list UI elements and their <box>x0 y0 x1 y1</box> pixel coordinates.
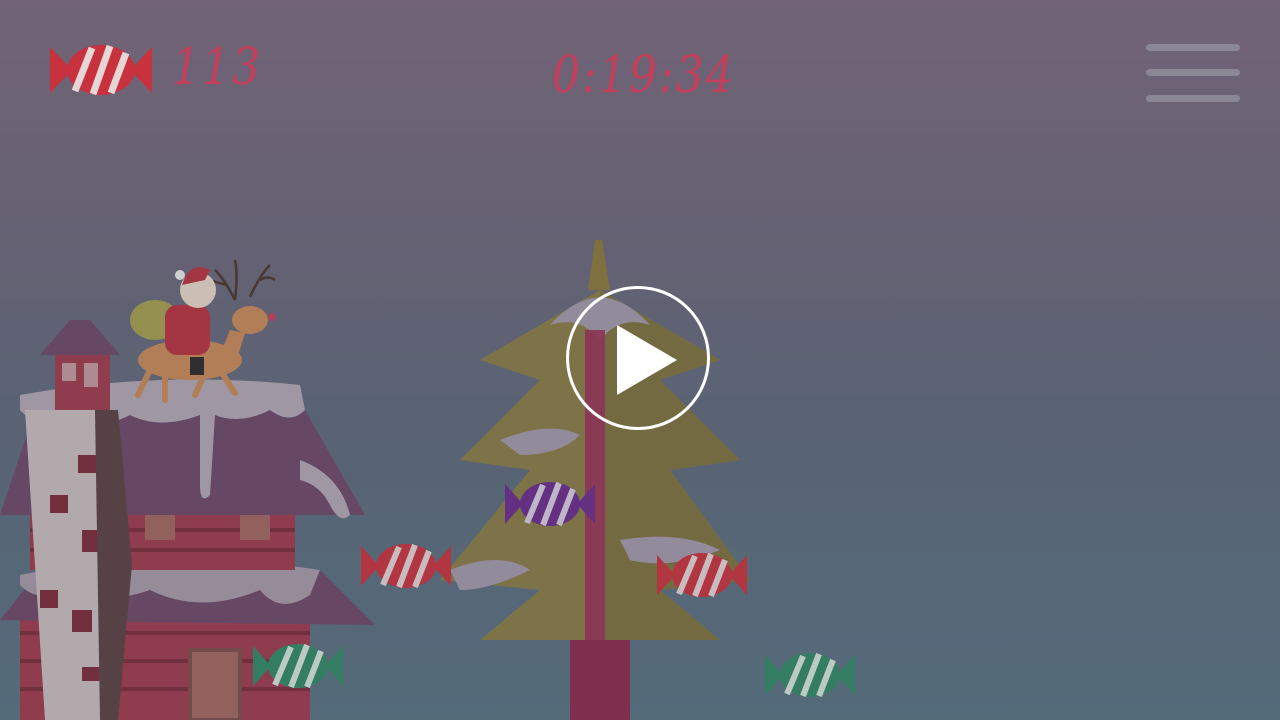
candy-pickup <box>765 652 855 698</box>
play-icon <box>617 325 677 395</box>
play-button[interactable] <box>566 286 710 430</box>
menu-button[interactable] <box>1142 40 1242 108</box>
game-scene: 113 0:19:34 <box>0 0 1280 720</box>
candy-pickup <box>657 552 747 598</box>
candy-count: 113 <box>172 38 262 97</box>
striped-candy-icon <box>50 44 152 96</box>
player-santa-reindeer <box>130 259 276 403</box>
candy-pickup <box>361 543 451 589</box>
candy-pickup <box>253 643 343 689</box>
candy-pickup <box>505 481 595 527</box>
game-timer: 0:19:34 <box>552 46 736 105</box>
